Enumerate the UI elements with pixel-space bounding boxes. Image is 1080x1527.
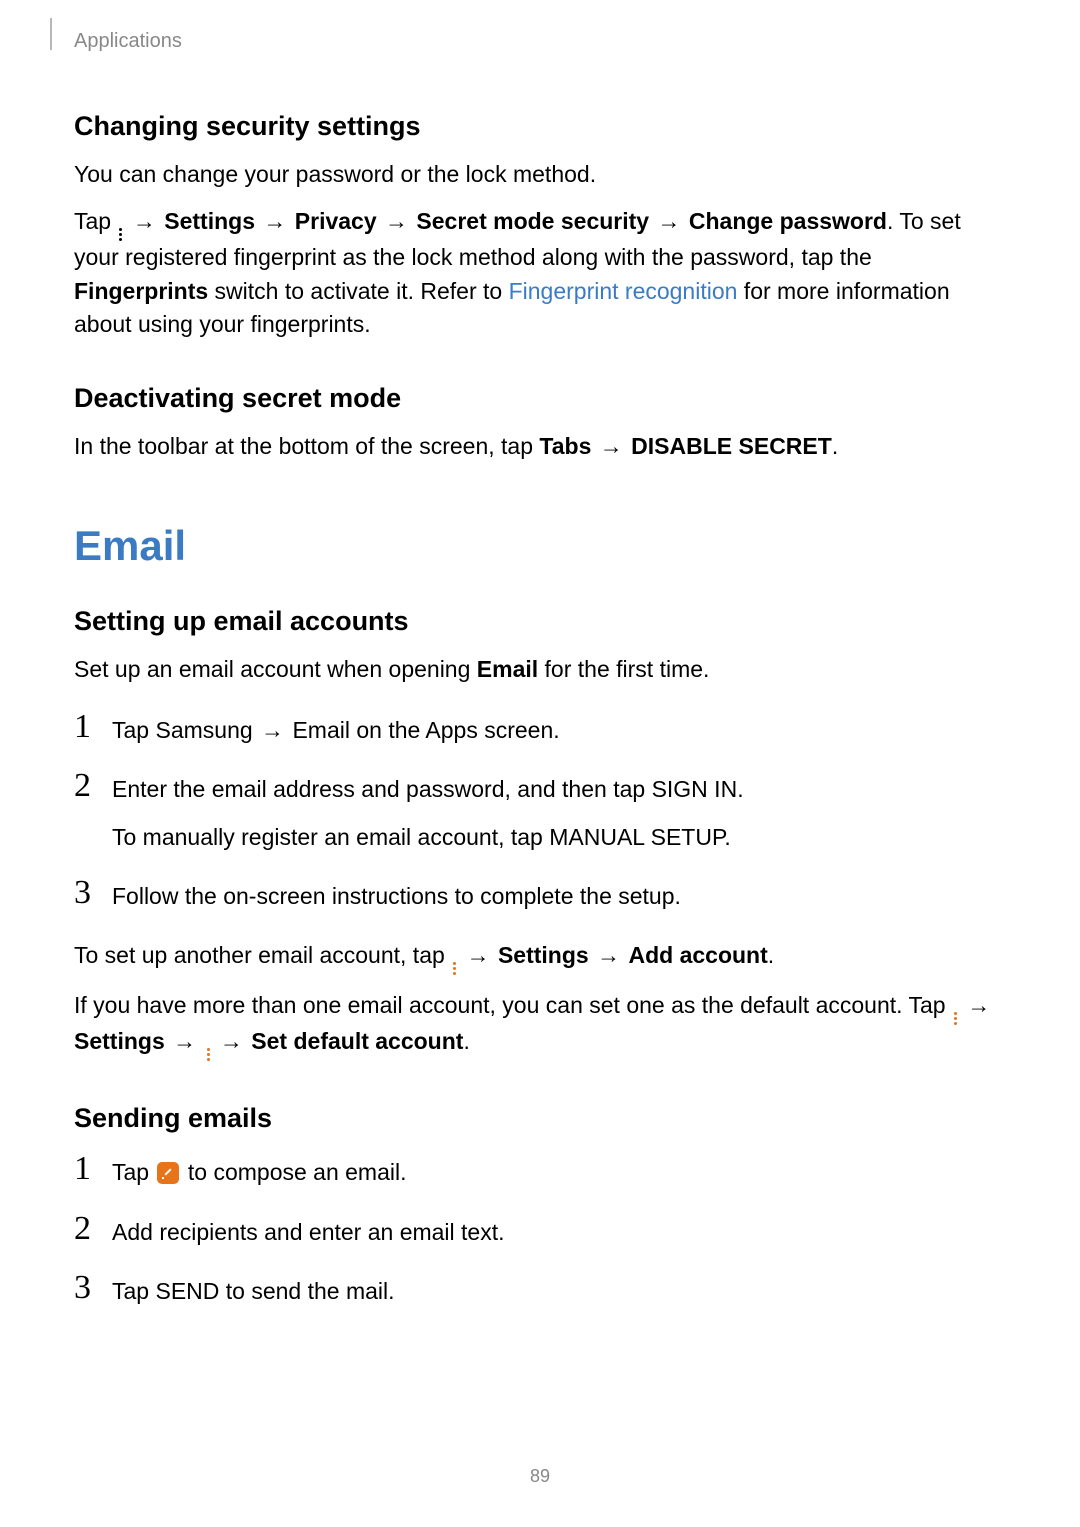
step-content: Enter the email address and password, an… bbox=[112, 769, 1006, 854]
arrow-icon: → bbox=[597, 939, 620, 972]
another-account-text: To set up another email account, tap → S… bbox=[74, 939, 1006, 975]
list-item: 1 Tap Samsung → Email on the Apps screen… bbox=[74, 710, 1006, 747]
more-icon bbox=[119, 228, 122, 241]
arrow-icon: → bbox=[600, 430, 623, 463]
text-period: . bbox=[737, 776, 743, 802]
arrow-icon: → bbox=[657, 205, 680, 238]
text-email: Email bbox=[292, 717, 350, 743]
security-instructions: Tap → Settings → Privacy → Secret mode s… bbox=[74, 205, 1006, 341]
heading-sending-emails: Sending emails bbox=[74, 1103, 1006, 1134]
text-prefix: Enter the email address and password, an… bbox=[112, 776, 652, 802]
step-content: Tap SEND to send the mail. bbox=[112, 1271, 1006, 1308]
heading-changing-security: Changing security settings bbox=[74, 111, 1006, 142]
page-number: 89 bbox=[0, 1466, 1080, 1487]
step-content: Tap Samsung → Email on the Apps screen. bbox=[112, 710, 1006, 747]
text-samsung: Samsung bbox=[155, 717, 252, 743]
step-number: 2 bbox=[74, 1212, 112, 1246]
text-sub-prefix: To manually register an email account, t… bbox=[112, 824, 549, 850]
security-intro: You can change your password or the lock… bbox=[74, 158, 1006, 191]
text-prefix: To set up another email account, tap bbox=[74, 942, 451, 968]
step-content: Tap to compose an email. bbox=[112, 1152, 1006, 1189]
arrow-icon: → bbox=[467, 939, 490, 972]
step-number: 1 bbox=[74, 1152, 112, 1186]
text-prefix: Set up an email account when opening bbox=[74, 656, 477, 682]
header-divider bbox=[50, 18, 52, 50]
text-settings: Settings bbox=[498, 942, 589, 968]
list-item: 3 Tap SEND to send the mail. bbox=[74, 1271, 1006, 1308]
link-fingerprint-recognition[interactable]: Fingerprint recognition bbox=[509, 278, 738, 304]
text-disable-secret: DISABLE SECRET bbox=[631, 433, 832, 459]
list-item: 1 Tap to compose an email. bbox=[74, 1152, 1006, 1189]
text-period: . bbox=[832, 433, 838, 459]
path-change-password: Change password bbox=[689, 208, 887, 234]
step-number: 2 bbox=[74, 769, 112, 803]
text-prefix: Tap bbox=[112, 1159, 155, 1185]
text-prefix: In the toolbar at the bottom of the scre… bbox=[74, 433, 539, 459]
text-manual-setup: MANUAL SETUP bbox=[549, 824, 724, 850]
arrow-icon: → bbox=[173, 1025, 196, 1058]
text-tabs: Tabs bbox=[539, 433, 591, 459]
text-add-account: Add account bbox=[628, 942, 767, 968]
text-sub-period: . bbox=[724, 824, 730, 850]
compose-icon bbox=[157, 1162, 179, 1184]
heading-email: Email bbox=[74, 522, 1006, 570]
text-prefix: Tap bbox=[112, 717, 155, 743]
heading-deactivating: Deactivating secret mode bbox=[74, 383, 1006, 414]
step-number: 3 bbox=[74, 1271, 112, 1305]
text-suffix: to send the mail. bbox=[219, 1278, 394, 1304]
breadcrumb: Applications bbox=[74, 30, 1006, 53]
arrow-icon: → bbox=[263, 205, 286, 238]
step-number: 3 bbox=[74, 876, 112, 910]
text-send: SEND bbox=[155, 1278, 219, 1304]
more-icon bbox=[207, 1048, 210, 1061]
text-email-bold: Email bbox=[477, 656, 538, 682]
arrow-icon: → bbox=[220, 1025, 243, 1058]
more-icon bbox=[453, 962, 456, 975]
text-settings: Settings bbox=[74, 1028, 165, 1054]
list-item: 2 Enter the email address and password, … bbox=[74, 769, 1006, 854]
text-suffix: for the first time. bbox=[538, 656, 709, 682]
arrow-icon: → bbox=[967, 989, 990, 1022]
text-switch: switch to activate it. Refer to bbox=[208, 278, 508, 304]
arrow-icon: → bbox=[133, 205, 156, 238]
text-prefix: Tap bbox=[112, 1278, 155, 1304]
deactivate-instructions: In the toolbar at the bottom of the scre… bbox=[74, 430, 1006, 463]
text-period: . bbox=[463, 1028, 469, 1054]
more-icon bbox=[954, 1012, 957, 1025]
text-fingerprints: Fingerprints bbox=[74, 278, 208, 304]
text-prefix: If you have more than one email account,… bbox=[74, 992, 952, 1018]
path-secret-mode: Secret mode security bbox=[416, 208, 649, 234]
text-set-default: Set default account bbox=[251, 1028, 463, 1054]
heading-setting-up-email: Setting up email accounts bbox=[74, 606, 1006, 637]
text-suffix: to compose an email. bbox=[181, 1159, 406, 1185]
text-signin: SIGN IN bbox=[652, 776, 738, 802]
text-tap: Tap bbox=[74, 208, 117, 234]
step-number: 1 bbox=[74, 710, 112, 744]
path-settings: Settings bbox=[164, 208, 255, 234]
step-content: Add recipients and enter an email text. bbox=[112, 1212, 1006, 1249]
email-intro: Set up an email account when opening Ema… bbox=[74, 653, 1006, 686]
text-suffix: on the Apps screen. bbox=[350, 717, 560, 743]
list-item: 2 Add recipients and enter an email text… bbox=[74, 1212, 1006, 1249]
list-item: 3 Follow the on-screen instructions to c… bbox=[74, 876, 1006, 913]
arrow-icon: → bbox=[385, 205, 408, 238]
path-privacy: Privacy bbox=[295, 208, 377, 234]
text-period: . bbox=[768, 942, 774, 968]
step-content: Follow the on-screen instructions to com… bbox=[112, 876, 1006, 913]
arrow-icon: → bbox=[261, 714, 284, 747]
default-account-text: If you have more than one email account,… bbox=[74, 989, 1006, 1061]
